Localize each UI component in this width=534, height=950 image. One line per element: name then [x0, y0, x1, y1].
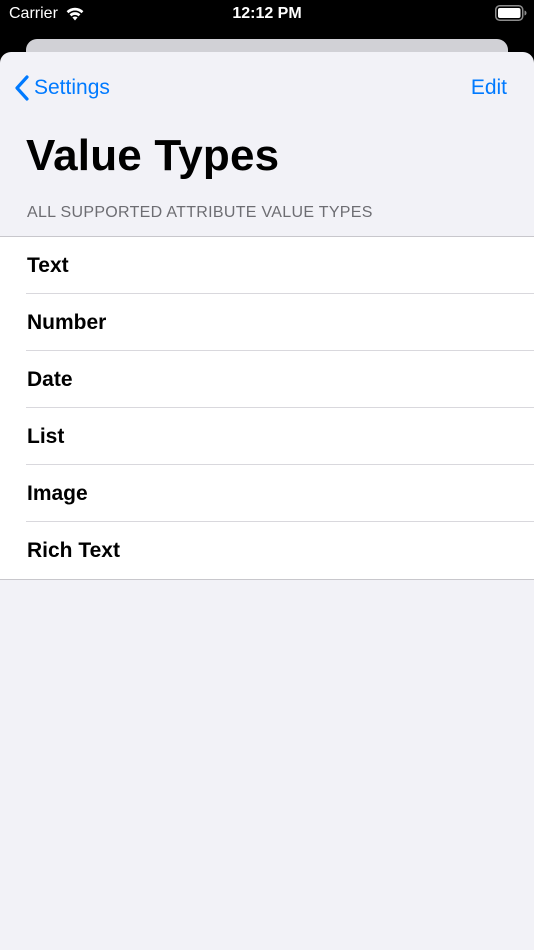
list-item-date[interactable]: Date — [0, 351, 534, 408]
list-item-label: Image — [27, 482, 88, 505]
page-title: Value Types — [26, 131, 280, 180]
modal-sheet: Settings Edit Value Types ALL SUPPORTED … — [0, 52, 534, 950]
list-item-label: Date — [27, 368, 73, 391]
list-item-list[interactable]: List — [0, 408, 534, 465]
section-header: ALL SUPPORTED ATTRIBUTE VALUE TYPES — [27, 204, 373, 221]
list-item-label: Text — [27, 254, 69, 277]
list-item-label: List — [27, 425, 65, 448]
list-item-rich-text[interactable]: Rich Text — [0, 522, 534, 579]
edit-button[interactable]: Edit — [471, 74, 507, 102]
list-item-label: Number — [27, 311, 107, 334]
list-item-number[interactable]: Number — [0, 294, 534, 351]
list-item-image[interactable]: Image — [0, 465, 534, 522]
status-time: 12:12 PM — [232, 5, 302, 22]
battery-icon — [495, 5, 527, 21]
status-bar: Carrier 12:12 PM — [0, 0, 534, 30]
chevron-left-icon — [15, 75, 29, 101]
back-button-label: Settings — [34, 76, 110, 99]
list-item-label: Rich Text — [27, 539, 120, 562]
value-types-list: Text Number Date List Image Rich Text — [0, 236, 534, 580]
back-button[interactable]: Settings — [14, 74, 110, 102]
list-item-text[interactable]: Text — [0, 237, 534, 294]
